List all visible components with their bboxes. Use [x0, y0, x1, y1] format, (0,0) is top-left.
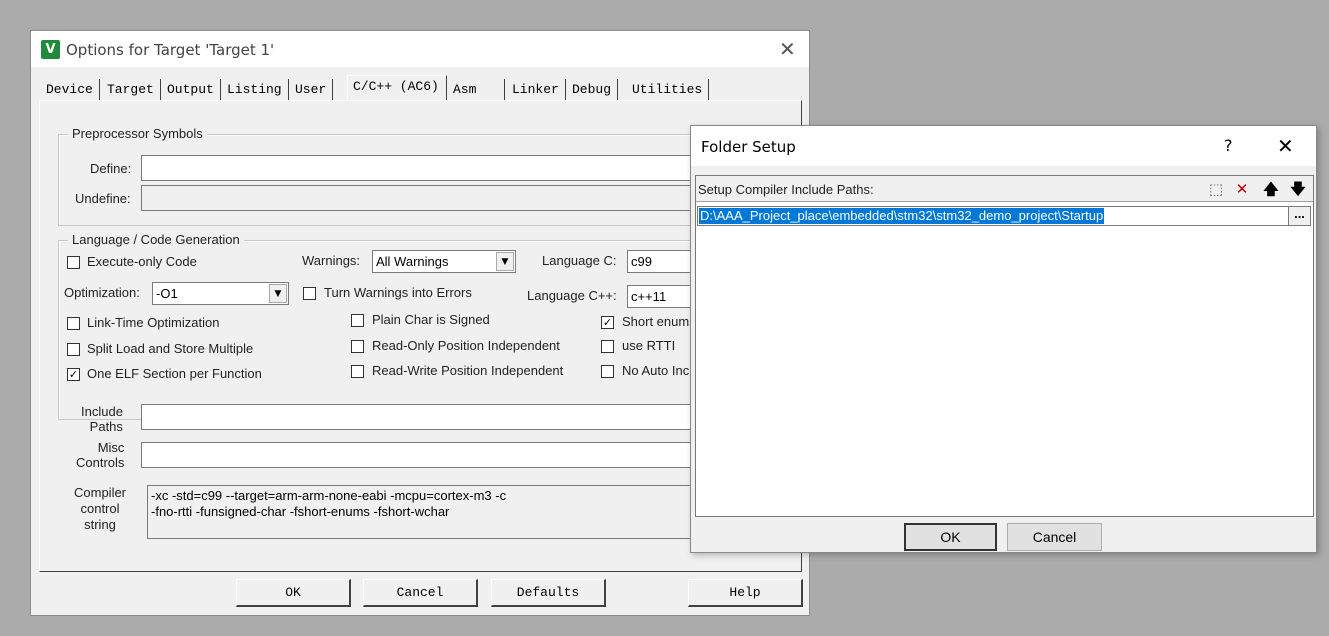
list-header: Setup Compiler Include Paths: ⬚ ✕ 🡅 🡇 — [696, 176, 1313, 202]
language-c-label: Language C: — [542, 253, 617, 268]
cancel-button[interactable]: Cancel — [363, 579, 478, 607]
one-elf-checkbox[interactable]: ✓ — [67, 368, 80, 381]
warnings-value: All Warnings — [376, 254, 449, 269]
chevron-down-icon[interactable]: ▼ — [269, 284, 287, 303]
window-title: Options for Target 'Target 1' — [66, 41, 275, 59]
compiler-control-label: Compiler control string — [74, 485, 126, 533]
ok-button[interactable]: OK — [236, 579, 351, 607]
keil-app-icon: V — [41, 40, 60, 59]
tab-device[interactable]: Device — [41, 79, 100, 100]
short-enums-checkbox[interactable]: ✓ — [601, 316, 614, 329]
split-load-label: Split Load and Store Multiple — [87, 341, 254, 356]
short-enums-label: Short enums — [622, 314, 696, 329]
language-cpp-value: c++11 — [631, 289, 667, 304]
defaults-button[interactable]: Defaults — [491, 579, 606, 607]
optimization-label: Optimization: — [64, 285, 140, 300]
folder-ok-button[interactable]: OK — [904, 523, 997, 551]
tab-utilities[interactable]: Utilities — [627, 79, 710, 100]
rwpi-checkbox[interactable] — [351, 365, 364, 378]
lto-checkbox[interactable] — [67, 317, 80, 330]
help-icon[interactable]: ? — [1224, 136, 1233, 155]
misc-controls-label: Misc Controls — [76, 440, 124, 470]
path-row[interactable]: D:\AAA_Project_place\embedded\stm32\stm3… — [697, 206, 1311, 226]
language-group-label: Language / Code Generation — [68, 232, 244, 247]
misc-label-line1: Misc — [97, 440, 125, 455]
tab-asm[interactable]: Asm — [448, 79, 505, 100]
list-header-label: Setup Compiler Include Paths: — [698, 182, 874, 197]
path-entry[interactable]: D:\AAA_Project_place\embedded\stm32\stm3… — [699, 208, 1105, 224]
tab-output[interactable]: Output — [162, 79, 221, 100]
turn-warnings-label: Turn Warnings into Errors — [324, 285, 472, 300]
ropi-label: Read-Only Position Independent — [372, 338, 560, 353]
execute-only-checkbox[interactable] — [67, 256, 80, 269]
options-title-bar: V Options for Target 'Target 1' ✕ — [31, 31, 809, 67]
one-elf-label: One ELF Section per Function — [87, 366, 262, 381]
rwpi-label: Read-Write Position Independent — [372, 363, 564, 378]
define-label: Define: — [90, 161, 132, 176]
tab-debug[interactable]: Debug — [567, 79, 619, 100]
undefine-label: Undefine: — [75, 191, 131, 206]
warnings-label: Warnings: — [302, 253, 361, 268]
close-icon[interactable]: ✕ — [779, 37, 796, 61]
execute-only-label: Execute-only Code — [87, 254, 197, 269]
folder-cancel-button[interactable]: Cancel — [1007, 523, 1102, 551]
new-folder-icon[interactable]: ⬚ — [1206, 179, 1226, 199]
language-c-value: c99 — [631, 254, 652, 269]
tab-listing[interactable]: Listing — [222, 79, 289, 100]
rtti-checkbox[interactable] — [601, 340, 614, 353]
language-cpp-label: Language C++: — [527, 288, 617, 303]
tab-target[interactable]: Target — [102, 79, 161, 100]
plain-char-label: Plain Char is Signed — [372, 312, 490, 327]
no-auto-checkbox[interactable] — [601, 365, 614, 378]
no-auto-label: No Auto Inc — [622, 363, 690, 378]
rtti-label: use RTTI — [622, 338, 676, 353]
ropi-checkbox[interactable] — [351, 340, 364, 353]
tab-c-cpp-ac6[interactable]: C/C++ (AC6) — [347, 75, 447, 101]
folder-setup-dialog: Folder Setup ? ✕ Setup Compiler Include … — [690, 125, 1317, 553]
close-icon[interactable]: ✕ — [1277, 134, 1294, 158]
move-up-icon[interactable]: 🡅 — [1261, 179, 1281, 199]
misc-label-line2: Controls — [76, 455, 125, 470]
turn-warnings-checkbox[interactable] — [303, 287, 316, 300]
warnings-select[interactable]: All Warnings ▼ — [372, 250, 516, 273]
folder-setup-title: Folder Setup — [701, 138, 796, 156]
include-paths-list: Setup Compiler Include Paths: ⬚ ✕ 🡅 🡇 D:… — [695, 175, 1314, 517]
optimization-value: -O1 — [156, 286, 178, 301]
delete-icon[interactable]: ✕ — [1232, 179, 1252, 199]
split-load-checkbox[interactable] — [67, 343, 80, 356]
tab-panel: Preprocessor Symbols Define: Undefine: L… — [39, 100, 807, 572]
tab-linker[interactable]: Linker — [507, 79, 566, 100]
tab-user[interactable]: User — [290, 79, 334, 100]
move-down-icon[interactable]: 🡇 — [1288, 179, 1308, 199]
compiler-label-line2: control — [80, 501, 120, 516]
plain-char-checkbox[interactable] — [351, 314, 364, 327]
compiler-label-line3: string — [84, 517, 116, 532]
chevron-down-icon[interactable]: ▼ — [496, 252, 514, 271]
lto-label: Link-Time Optimization — [87, 315, 220, 330]
folder-setup-title-bar: Folder Setup ? ✕ — [691, 126, 1316, 166]
optimization-select[interactable]: -O1 ▼ — [152, 282, 289, 305]
include-paths-label-line1: Include — [81, 404, 123, 419]
browse-button[interactable]: ... — [1288, 207, 1310, 225]
include-paths-label: Include Paths — [81, 404, 123, 434]
compiler-label-line1: Compiler — [74, 485, 127, 500]
help-button[interactable]: Help — [688, 579, 803, 607]
preprocessor-group-label: Preprocessor Symbols — [68, 126, 207, 141]
include-paths-label-line2: Paths — [89, 419, 123, 434]
